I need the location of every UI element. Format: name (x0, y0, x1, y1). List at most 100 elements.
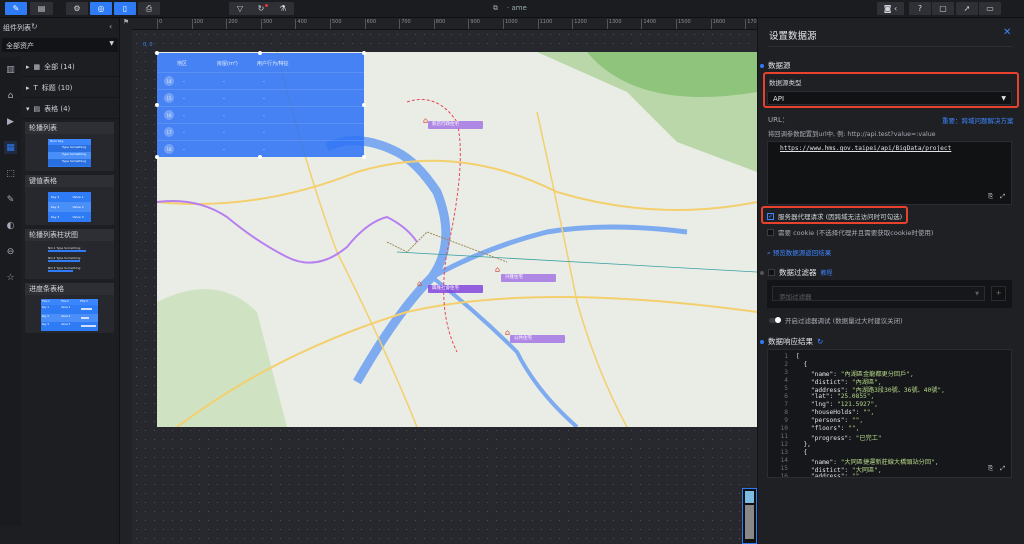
minimap[interactable] (742, 488, 757, 544)
section-response: 数据响应结果 ↻ (760, 336, 823, 347)
group-label: 全部 (14) (44, 62, 75, 71)
house-marker-icon[interactable]: ⌂ (417, 279, 422, 288)
proxy-checkbox-row[interactable]: ✓ 服务器代理请求 (因跨域无法访问时可勾选) (767, 211, 902, 221)
collapse-icon[interactable]: ‹ (109, 22, 112, 31)
group-title[interactable]: ▸ T 标题 (10) (22, 78, 119, 98)
screen-icon: ⧉ (493, 4, 498, 12)
ruler-tick-label: 700 (399, 19, 411, 29)
refresh-icon[interactable]: ↻ (817, 337, 823, 346)
help-icon[interactable]: ? (909, 2, 931, 15)
filter-tutorial-link[interactable]: 教程 (821, 268, 833, 277)
code-line: [ (796, 353, 800, 360)
resize-handle[interactable] (362, 155, 366, 159)
chevron-down-icon: ▼ (109, 40, 114, 47)
resize-handle[interactable] (362, 103, 366, 107)
frame-icon[interactable]: ⬚ (4, 167, 17, 180)
close-icon[interactable]: ✕ (1003, 27, 1011, 38)
cookie-checkbox[interactable] (767, 228, 774, 236)
line-number: 12 (780, 441, 788, 448)
proxy-checkbox[interactable]: ✓ (767, 212, 774, 220)
code-line: "floors": "", (796, 425, 860, 432)
asset-select-value: 全部资产 (6, 42, 34, 50)
map-label[interactable]: 新店行政住宅 (428, 121, 483, 129)
response-code-viewer[interactable]: ⎘ ⤢ 1[2 {3 "name": "內湖區金龍都更分回戶", 4 "disti… (767, 349, 1012, 478)
filter-checkbox[interactable] (768, 269, 775, 276)
datasource-type-select[interactable]: API ▼ (767, 91, 1012, 105)
resize-handle[interactable] (155, 51, 159, 55)
palette-icon[interactable]: ◐ (4, 219, 17, 232)
datasource-panel: 设置数据源 ✕ 数据源 数据源类型 API ▼ URL： 重要：跨域问题解决方案… (757, 18, 1024, 544)
section-datasource: 数据源 (760, 60, 791, 71)
url-textarea[interactable]: https://www.hms.gov.taipei/api/BigData/p… (767, 141, 1012, 205)
house-marker-icon[interactable]: ⌂ (495, 265, 500, 274)
line-number: 2 (784, 361, 788, 368)
ruler-tick-label: 500 (330, 19, 342, 29)
carousel-table-widget[interactable]: 地区 房屋(m²) 用户行为/特征 14- - - 15- - - 16- - - 17- -… (155, 51, 366, 159)
panel-title: 设置数据源 (769, 31, 817, 42)
add-filter-button[interactable]: + (991, 286, 1006, 301)
card-carousel-bar-list[interactable]: 轮播列表柱状图 NO.1 Type Something NO.2 Type So… (25, 229, 114, 279)
line-number: 15 (780, 465, 788, 472)
line-number: 5 (784, 385, 788, 392)
refresh-icon[interactable]: ↻ (31, 22, 38, 31)
card-progress-table[interactable]: 进度条表格 Title 1 Title 2 Title 3 Key 1 Value 1… (25, 283, 114, 333)
resize-handle[interactable] (258, 155, 262, 159)
grid-icon: ▦ (33, 62, 41, 71)
resize-handle[interactable] (362, 51, 366, 55)
cors-solution-link[interactable]: 重要：跨域问题解决方案 (942, 115, 1014, 125)
table-icon: ▤ (33, 104, 41, 113)
chart-icon[interactable]: ▥ (4, 63, 17, 76)
media-icon[interactable]: ▶ (4, 115, 17, 128)
column-header: 房屋(m²) (217, 61, 238, 67)
map-label[interactable]: 興隆社會住宅 (428, 285, 483, 293)
panel-icon[interactable]: ▯ (114, 2, 136, 15)
ruler-tick-label: 1300 (606, 19, 622, 29)
preview-result-link[interactable]: ⌕ 预览数据源返回结果 (767, 247, 831, 258)
code-line: "lat": "25.0855", (796, 393, 875, 400)
resize-handle[interactable] (258, 51, 262, 55)
clear-icon[interactable]: ⚗ (272, 2, 294, 15)
caret-down-icon: ▾ (26, 104, 30, 113)
group-table[interactable]: ▾ ▤ 表格 (4) (22, 99, 119, 119)
preview-icon[interactable]: ▢ (932, 2, 954, 15)
table-icon[interactable]: ▦ (4, 141, 17, 154)
card-key-value-table[interactable]: 键值表格 Key 1 Value 1 Key 2 Value 2 Key 3 Valu… (25, 175, 114, 225)
star-icon[interactable]: ☆ (4, 271, 17, 284)
ruler-tick-label: 1600 (710, 19, 725, 29)
layers-icon[interactable]: ▤ (30, 2, 53, 15)
resize-handle[interactable] (155, 155, 159, 159)
minus-circle-icon[interactable]: ⊖ (4, 245, 17, 258)
line-number: 7 (784, 401, 788, 408)
resize-handle[interactable] (155, 103, 159, 107)
save-icon[interactable]: ▭ (979, 2, 1001, 15)
code-line: "address": "", (796, 473, 864, 478)
flag-icon[interactable]: ⚑ (120, 18, 132, 30)
asset-select[interactable]: 全部资产 ▼ (2, 38, 118, 52)
line-number: 14 (780, 457, 788, 464)
expand-icon[interactable]: ⤢ (1000, 193, 1005, 201)
camera-icon[interactable]: ◙ ‹ (877, 2, 904, 15)
panel-title: 组件列表 (3, 24, 31, 32)
print-icon[interactable]: ⎙ (138, 2, 160, 15)
publish-icon[interactable]: ➚ (956, 2, 978, 15)
globe-icon[interactable]: ◎ (90, 2, 112, 15)
line-number: 13 (780, 449, 788, 456)
line-number: 16 (780, 473, 788, 478)
filter-debug-toggle[interactable] (769, 316, 781, 323)
map-label[interactable]: 公共住宅 (510, 335, 565, 343)
edit-icon[interactable]: ✎ (5, 2, 27, 15)
copy-icon[interactable]: ⎘ (988, 465, 993, 473)
card-carousel-list[interactable]: 轮播列表 Num Key Type Something Type Somethi… (25, 122, 114, 171)
copy-icon[interactable]: ⎘ (988, 193, 993, 201)
map-label[interactable]: 兴隆住宅 (501, 274, 556, 282)
refresh-icon[interactable]: ↻ (250, 2, 272, 15)
group-all[interactable]: ▸ ▦ 全部 (14) (22, 57, 119, 77)
ruler-left (120, 30, 132, 544)
edit-box-icon[interactable]: ✎ (4, 193, 17, 206)
filter-select[interactable]: 添加过滤器 ▼ (772, 286, 985, 301)
component-icon[interactable]: ⚙ (66, 2, 88, 15)
expand-icon[interactable]: ⤢ (1000, 465, 1005, 473)
filter-icon[interactable]: ▽ (229, 2, 251, 15)
map-pin-icon[interactable]: ⌂ (4, 89, 17, 102)
cookie-checkbox-row[interactable]: 需要 cookie (不选择代理并且需要获取cookie时使用) (767, 227, 933, 237)
